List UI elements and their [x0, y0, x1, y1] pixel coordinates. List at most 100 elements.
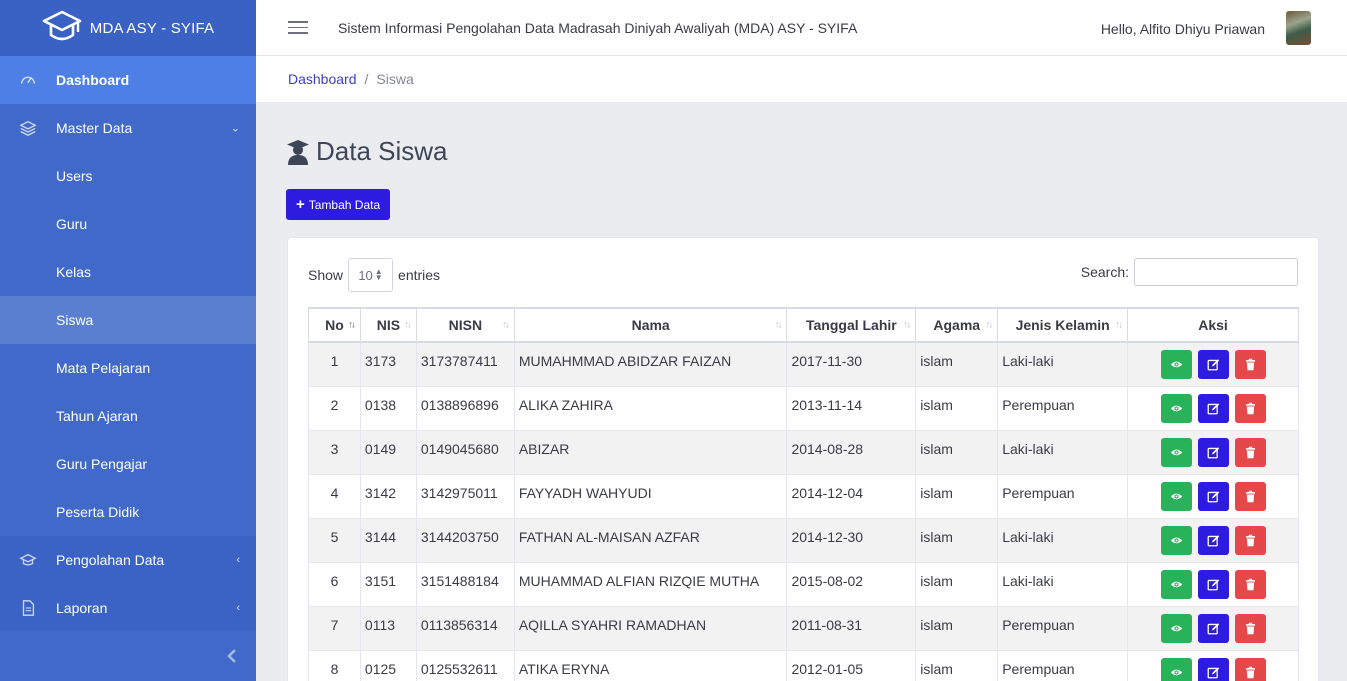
column-header-nis[interactable]: NIS ↑↓: [359, 307, 417, 343]
cell-agama: islam: [915, 562, 999, 606]
edit-icon: [1207, 534, 1220, 547]
table-row: 6 3151 3151488184 MUHAMMAD ALFIAN RIZQIE MU…: [308, 562, 1299, 606]
brand[interactable]: MDA ASY - SYIFA: [0, 0, 256, 56]
sidebar-item-mata-pelajaran[interactable]: Mata Pelajaran: [0, 344, 256, 392]
file-icon: [18, 598, 38, 618]
eye-icon: [1170, 622, 1183, 635]
column-header-nisn[interactable]: NISN ↑↓: [415, 307, 515, 343]
cell-jenis-kelamin: Laki-laki: [997, 430, 1129, 474]
hamburger-menu-icon[interactable]: [288, 17, 308, 38]
column-header-tanggal-lahir[interactable]: Tanggal Lahir ↑↓: [786, 307, 917, 343]
view-button[interactable]: [1160, 481, 1192, 511]
sidebar-item-laporan[interactable]: Laporan ‹: [0, 584, 256, 632]
cell-no: 7: [308, 606, 361, 650]
edit-button[interactable]: [1197, 350, 1229, 379]
eye-icon: [1170, 578, 1183, 591]
delete-button[interactable]: [1234, 613, 1266, 643]
page-title-text: Data Siswa: [316, 136, 448, 166]
cell-nisn: 0113856314: [415, 606, 515, 650]
trash-icon: [1244, 446, 1257, 459]
edit-button[interactable]: [1197, 613, 1229, 643]
chevron-down-icon: ⌄: [230, 122, 240, 135]
topbar: Sistem Informasi Pengolahan Data Madrasa…: [256, 0, 1347, 56]
cell-tanggal-lahir: 2014-12-30: [786, 518, 917, 562]
eye-icon: [1170, 490, 1183, 503]
view-button[interactable]: [1160, 657, 1192, 681]
eye-icon: [1170, 358, 1183, 371]
cell-tanggal-lahir: 2014-12-04: [786, 474, 917, 518]
students-table: No ↑↓ NIS ↑↓ NISN ↑↓ Nama ↑↓ Tanggal Lahir ↑↓…: [308, 307, 1299, 681]
view-button[interactable]: [1160, 437, 1192, 467]
app-title: Sistem Informasi Pengolahan Data Madrasa…: [338, 19, 858, 36]
eye-icon: [1170, 402, 1183, 415]
column-header-aksi: Aksi: [1127, 307, 1299, 343]
user-greeting[interactable]: Hello, Alfito Dhiyu Priawan: [1101, 21, 1265, 37]
view-button[interactable]: [1160, 350, 1192, 379]
entries-select[interactable]: 10 ▲ ▼: [348, 258, 394, 292]
view-button[interactable]: [1160, 393, 1192, 423]
breadcrumb-dashboard-link[interactable]: Dashboard: [288, 71, 357, 87]
view-button[interactable]: [1160, 569, 1192, 599]
cell-aksi: [1127, 562, 1299, 606]
sidebar-item-guru[interactable]: Guru: [0, 200, 256, 248]
sidebar-collapse-button[interactable]: [0, 631, 256, 681]
sidebar-item-users[interactable]: Users: [0, 152, 256, 200]
tachometer-icon: [18, 70, 38, 90]
delete-button[interactable]: [1234, 569, 1266, 599]
delete-button[interactable]: [1234, 437, 1266, 467]
view-button[interactable]: [1160, 613, 1192, 643]
sidebar-item-label: Laporan: [56, 600, 108, 616]
sidebar-item-peserta-didik[interactable]: Peserta Didik: [0, 488, 256, 536]
cell-jenis-kelamin: Perempuan: [997, 386, 1129, 430]
cell-tanggal-lahir: 2011-08-31: [786, 606, 917, 650]
sidebar-item-label: Guru: [56, 216, 88, 232]
delete-button[interactable]: [1234, 481, 1266, 511]
page-title: Data Siswa: [286, 136, 448, 167]
column-header-agama[interactable]: Agama ↑↓: [915, 307, 999, 343]
column-header-jenis-kelamin[interactable]: Jenis Kelamin ↑↓: [997, 307, 1129, 343]
sidebar-item-label: Tahun Ajaran: [56, 408, 138, 424]
sidebar-item-label: Siswa: [56, 312, 94, 328]
edit-icon: [1207, 358, 1220, 371]
sidebar-item-siswa[interactable]: Siswa: [0, 296, 256, 344]
edit-button[interactable]: [1197, 393, 1229, 423]
sidebar-item-guru-pengajar[interactable]: Guru Pengajar: [0, 440, 256, 488]
sidebar-item-tahun-ajaran[interactable]: Tahun Ajaran: [0, 392, 256, 440]
cell-nama: MUHAMMAD ALFIAN RIZQIE MUTHA: [513, 562, 788, 606]
column-header-nama[interactable]: Nama ↑↓: [513, 307, 788, 343]
graduation-cap-icon: [18, 550, 38, 570]
eye-icon: [1170, 666, 1183, 679]
sidebar-item-master-data[interactable]: Master Data ⌄: [0, 104, 256, 152]
delete-button[interactable]: [1234, 657, 1266, 681]
table-header-row: No ↑↓ NIS ↑↓ NISN ↑↓ Nama ↑↓ Tanggal Lahir ↑↓…: [308, 307, 1299, 343]
delete-button[interactable]: [1234, 525, 1266, 555]
view-button[interactable]: [1160, 525, 1192, 555]
delete-button[interactable]: [1234, 393, 1266, 423]
entries-select-value: 10: [358, 267, 373, 283]
cell-no: 1: [308, 342, 361, 386]
edit-icon: [1207, 666, 1220, 679]
search-label: Search:: [1080, 264, 1129, 280]
sidebar-item-kelas[interactable]: Kelas: [0, 248, 256, 296]
table-row: 5 3144 3144203750 FATHAN AL-MAISAN AZFAR 201…: [308, 518, 1299, 562]
cell-aksi: [1127, 430, 1299, 474]
cell-agama: islam: [915, 386, 999, 430]
cell-agama: islam: [915, 518, 999, 562]
edit-button[interactable]: [1197, 569, 1229, 599]
edit-button[interactable]: [1197, 525, 1229, 555]
data-card: Show 10 ▲ ▼ entries Search: No ↑↓ NIS ↑↓ NI…: [287, 237, 1319, 681]
delete-button[interactable]: [1234, 350, 1266, 379]
table-body: 1 3173 3173787411 MUMAHMMAD ABIDZAR FAIZAN 2…: [308, 342, 1299, 681]
search-input[interactable]: [1134, 258, 1298, 286]
column-header-no[interactable]: No ↑↓: [308, 307, 361, 343]
edit-button[interactable]: [1197, 437, 1229, 467]
sidebar-item-pengolahan-data[interactable]: Pengolahan Data ‹: [0, 536, 256, 584]
edit-button[interactable]: [1197, 481, 1229, 511]
edit-button[interactable]: [1197, 657, 1229, 681]
sidebar-item-dashboard[interactable]: Dashboard: [0, 56, 256, 104]
avatar[interactable]: [1286, 11, 1311, 45]
cell-nama: ATIKA ERYNA: [513, 650, 788, 681]
sort-icon: ↑↓: [403, 319, 412, 331]
cell-agama: islam: [915, 430, 999, 474]
add-data-button[interactable]: + Tambah Data: [286, 189, 391, 220]
